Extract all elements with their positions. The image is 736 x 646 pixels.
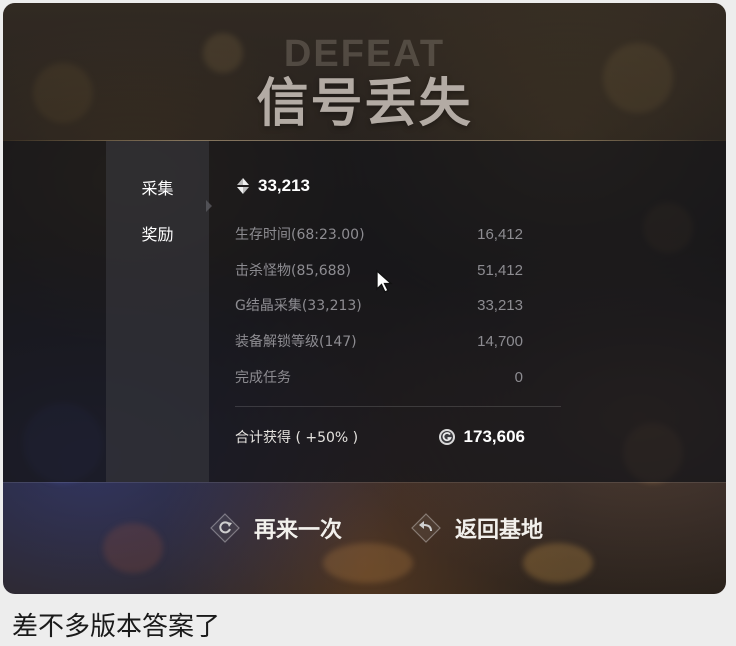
- total-amount: 173,606: [438, 427, 525, 447]
- tab-reward[interactable]: 奖励: [106, 221, 209, 245]
- stat-value: 16,412: [477, 225, 523, 243]
- stat-value: 51,412: [477, 261, 523, 279]
- stat-label: 击杀怪物(85,688): [235, 263, 351, 279]
- stat-value: 33,213: [477, 296, 523, 314]
- stat-row: 完成任务 0: [235, 367, 523, 387]
- total-divider: [235, 406, 561, 407]
- game-screen: DEFEAT 信号丢失 采集 奖励 33,213 生存时间(68:23.00) …: [3, 3, 726, 594]
- return-base-button[interactable]: 返回基地: [411, 508, 543, 548]
- total-row: 合计获得 ( +50% ) 173,606: [235, 425, 525, 449]
- retry-button[interactable]: 再来一次: [210, 508, 342, 548]
- stat-label: G结晶采集(33,213): [235, 298, 362, 314]
- g-coin-icon: [438, 429, 455, 445]
- stat-value: 14,700: [477, 332, 523, 350]
- collection-summary: 33,213: [235, 174, 310, 198]
- back-icon: [411, 513, 441, 543]
- total-label: 合计获得 ( +50% ): [235, 430, 359, 446]
- result-title: 信号丢失: [256, 74, 473, 134]
- bokeh-light: [523, 543, 593, 583]
- collection-value: 33,213: [258, 176, 310, 195]
- mouse-cursor-icon: [375, 269, 393, 297]
- post-caption: 差不多版本答案了: [12, 612, 221, 642]
- panel-divider: [3, 482, 726, 483]
- stat-row: G结晶采集(33,213) 33,213: [235, 295, 523, 315]
- stat-label: 生存时间(68:23.00): [235, 227, 365, 243]
- total-value: 173,606: [463, 427, 525, 446]
- return-base-label: 返回基地: [455, 518, 544, 543]
- stat-row: 装备解锁等级(147) 14,700: [235, 331, 523, 351]
- stat-label: 装备解锁等级(147): [235, 334, 357, 350]
- stat-label: 完成任务: [235, 370, 291, 386]
- stat-value: 0: [514, 368, 523, 386]
- crystal-icon: [237, 178, 249, 194]
- bokeh-light: [103, 523, 163, 573]
- results-tab-bar: 采集 奖励: [106, 141, 209, 482]
- bokeh-light: [323, 543, 413, 583]
- retry-icon: [210, 513, 240, 543]
- tab-collect[interactable]: 采集: [106, 175, 209, 199]
- active-tab-pointer: [206, 200, 212, 212]
- stat-row: 生存时间(68:23.00) 16,412: [235, 224, 523, 244]
- retry-label: 再来一次: [254, 518, 343, 543]
